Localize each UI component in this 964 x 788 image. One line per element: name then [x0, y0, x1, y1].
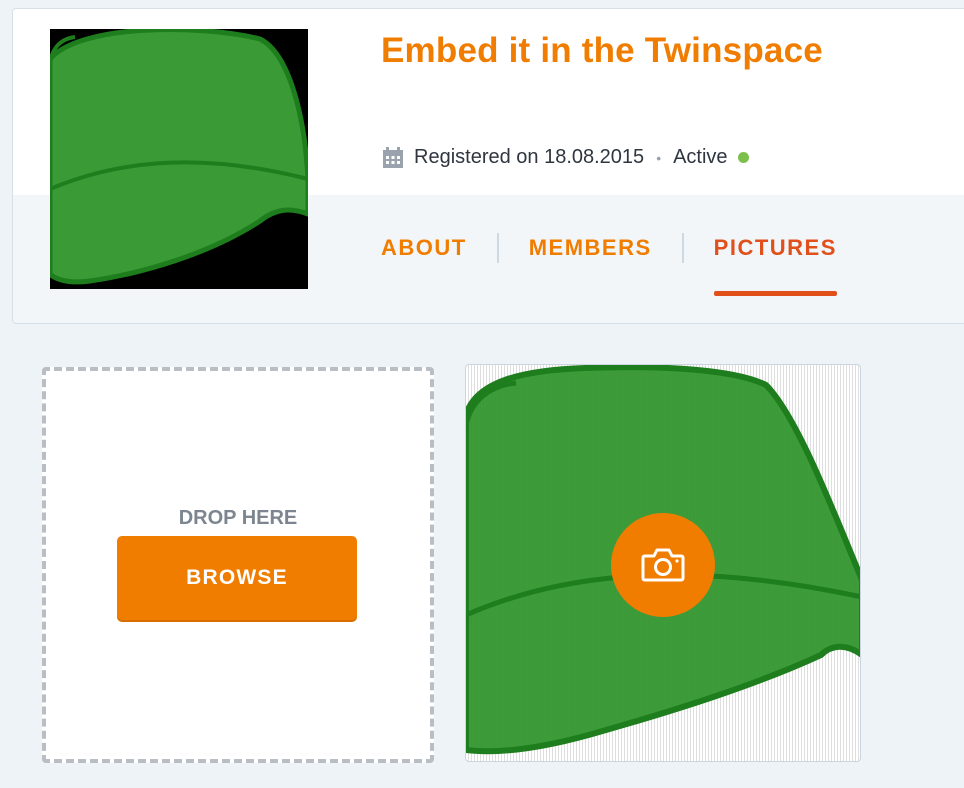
group-avatar [50, 29, 308, 289]
browse-button[interactable]: BROWSE [117, 536, 357, 620]
tab-bar: ABOUT MEMBERS PICTURES [381, 233, 838, 296]
drop-here-label: DROP HERE [178, 507, 298, 529]
tab-pictures[interactable]: PICTURES [713, 235, 838, 296]
calendar-icon [383, 146, 403, 168]
tab-divider [496, 233, 499, 263]
upload-photo-button[interactable] [611, 513, 715, 617]
registration-meta: Registered on 18.08.2015 • Active [382, 146, 749, 169]
registered-date: Registered on 18.08.2015 [414, 146, 645, 168]
status-indicator [737, 152, 749, 163]
status-text: Active [673, 146, 728, 168]
camera-icon [641, 548, 685, 582]
tab-divider [681, 233, 684, 263]
tab-members[interactable]: MEMBERS [529, 235, 652, 261]
leaf-image [50, 29, 308, 289]
meta-separator: • [656, 149, 662, 166]
group-header: Embed it in the Twinspace Registered on … [12, 8, 964, 324]
page-title: Embed it in the Twinspace [381, 31, 823, 70]
tab-about[interactable]: ABOUT [381, 235, 467, 261]
picture-tile[interactable] [465, 364, 861, 762]
upload-dropzone[interactable]: DROP HERE BROWSE [42, 367, 434, 763]
